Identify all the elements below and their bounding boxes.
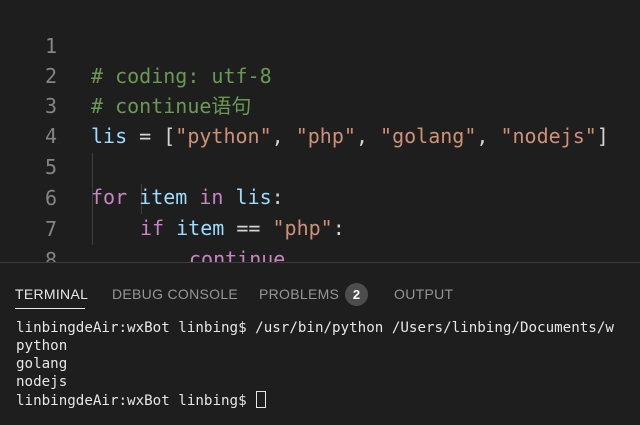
terminal-line: golang bbox=[16, 356, 68, 372]
terminal-prompt-line[interactable]: linbingdeAir:wxBot linbing$ bbox=[16, 391, 267, 409]
terminal-prompt: linbingdeAir:wxBot linbing$ bbox=[16, 393, 256, 409]
tab-terminal[interactable]: TERMINAL bbox=[15, 283, 88, 305]
tab-output[interactable]: OUTPUT bbox=[394, 283, 453, 305]
code-line[interactable]: 6 if item == "php": bbox=[0, 153, 640, 240]
terminal-line: nodejs bbox=[16, 374, 68, 390]
code-line[interactable]: 7 continue bbox=[0, 184, 640, 271]
panel-tabs: TERMINAL DEBUG CONSOLE PROBLEMS 2 OUTPUT bbox=[0, 263, 640, 311]
bottom-panel: TERMINAL DEBUG CONSOLE PROBLEMS 2 OUTPUT… bbox=[0, 262, 640, 425]
code-line[interactable]: 5 for item in lis: bbox=[0, 122, 640, 209]
code-line[interactable]: 3 lis = ["python", "php", "golang", "nod… bbox=[0, 61, 640, 148]
terminal-line: python bbox=[16, 338, 68, 354]
code-line[interactable]: 8 print(item) bbox=[0, 215, 640, 302]
vscode-window: 1 # coding: utf-8 2 # continue语句 3 lis =… bbox=[0, 0, 640, 425]
problems-count-badge: 2 bbox=[345, 283, 368, 306]
code-line[interactable]: 1 # coding: utf-8 bbox=[0, 1, 640, 88]
code-editor[interactable]: 1 # coding: utf-8 2 # continue语句 3 lis =… bbox=[0, 0, 640, 302]
terminal-cursor bbox=[256, 391, 267, 408]
tab-debug-console[interactable]: DEBUG CONSOLE bbox=[112, 283, 238, 305]
active-tab-indicator bbox=[15, 308, 85, 309]
terminal-line: linbingdeAir:wxBot linbing$ /usr/bin/pyt… bbox=[16, 320, 614, 336]
code-line[interactable]: 4 bbox=[0, 91, 640, 148]
code-line[interactable]: 2 # continue语句 bbox=[0, 31, 640, 118]
tab-problems[interactable]: PROBLEMS bbox=[259, 283, 339, 305]
